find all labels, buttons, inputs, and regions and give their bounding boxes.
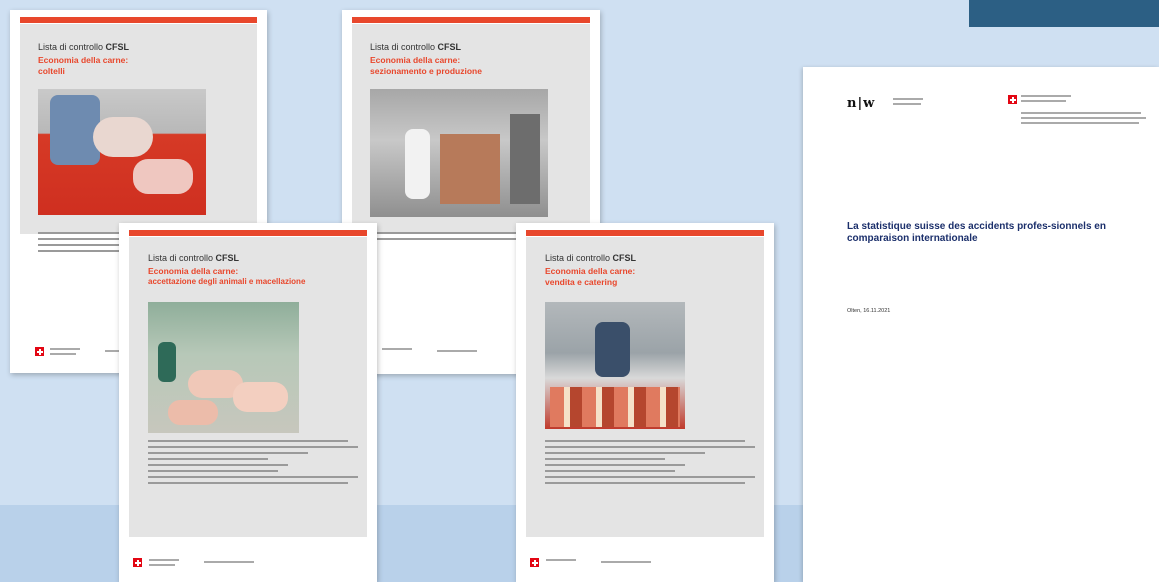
slide-title: La statistique suisse des accidents prof… xyxy=(847,221,1106,244)
flyer-title-line2: accettazione degli animali e macellazion… xyxy=(148,277,306,286)
swiss-flag-icon xyxy=(1008,95,1017,104)
flyer-footer-text xyxy=(601,561,651,563)
confederation-text xyxy=(1021,95,1071,97)
title-slide: n|w La statistique suisse des accidents … xyxy=(803,67,1159,582)
confederation-text xyxy=(1021,122,1139,124)
flyer-kicker: Lista di controllo CFSL xyxy=(545,253,637,263)
logo-caption-text xyxy=(893,98,923,100)
flyer-body-text xyxy=(148,440,363,488)
flyer-red-bar xyxy=(129,230,367,236)
flyer-photo-knife xyxy=(38,89,206,215)
flyer-body-text xyxy=(545,440,760,488)
flyer-red-bar xyxy=(352,17,590,23)
flyer-kicker: Lista di controllo CFSL xyxy=(370,42,462,52)
flyer-footer-text xyxy=(50,353,76,355)
flyer-footer-text xyxy=(546,559,576,561)
flyer-footer-text xyxy=(382,348,412,350)
flyer-accettazione: Lista di controllo CFSL Economia della c… xyxy=(119,223,377,582)
flyer-title-line2: coltelli xyxy=(38,66,65,76)
confederation-text xyxy=(1021,117,1146,119)
flyer-footer-text xyxy=(204,561,254,563)
confederation-text xyxy=(1021,112,1141,114)
flyer-photo-butcher-counter xyxy=(545,302,685,429)
swiss-flag-icon xyxy=(35,347,44,356)
flyer-footer-text xyxy=(149,564,175,566)
swiss-flag-icon xyxy=(530,558,539,567)
fhnw-logo: n|w xyxy=(847,96,876,111)
flyer-title-line2: vendita e catering xyxy=(545,277,618,287)
slide-date: Olten, 16.11.2021 xyxy=(847,308,891,314)
flyer-photo-production xyxy=(370,89,548,217)
flyer-footer-text xyxy=(149,559,179,561)
flyer-vendita: Lista di controllo CFSL Economia della c… xyxy=(516,223,774,582)
flyer-footer-text xyxy=(437,350,477,352)
flyer-red-bar xyxy=(526,230,764,236)
flyer-footer-text xyxy=(50,348,80,350)
confederation-text xyxy=(1021,100,1066,102)
flyer-title-line1: Economia della carne: xyxy=(545,266,636,276)
logo-caption-text xyxy=(893,103,921,105)
flyer-title-line1: Economia della carne: xyxy=(148,266,239,276)
flyer-red-bar xyxy=(20,17,257,23)
flyer-kicker: Lista di controllo CFSL xyxy=(38,42,130,52)
flyer-title-line1: Economia della carne: xyxy=(370,55,461,65)
header-color-block xyxy=(969,0,1159,27)
flyer-kicker: Lista di controllo CFSL xyxy=(148,253,240,263)
flyer-photo-pigs xyxy=(148,302,299,433)
flyer-title-line1: Economia della carne: xyxy=(38,55,129,65)
flyer-title-line2: sezionamento e produzione xyxy=(370,66,482,76)
swiss-flag-icon xyxy=(133,558,142,567)
